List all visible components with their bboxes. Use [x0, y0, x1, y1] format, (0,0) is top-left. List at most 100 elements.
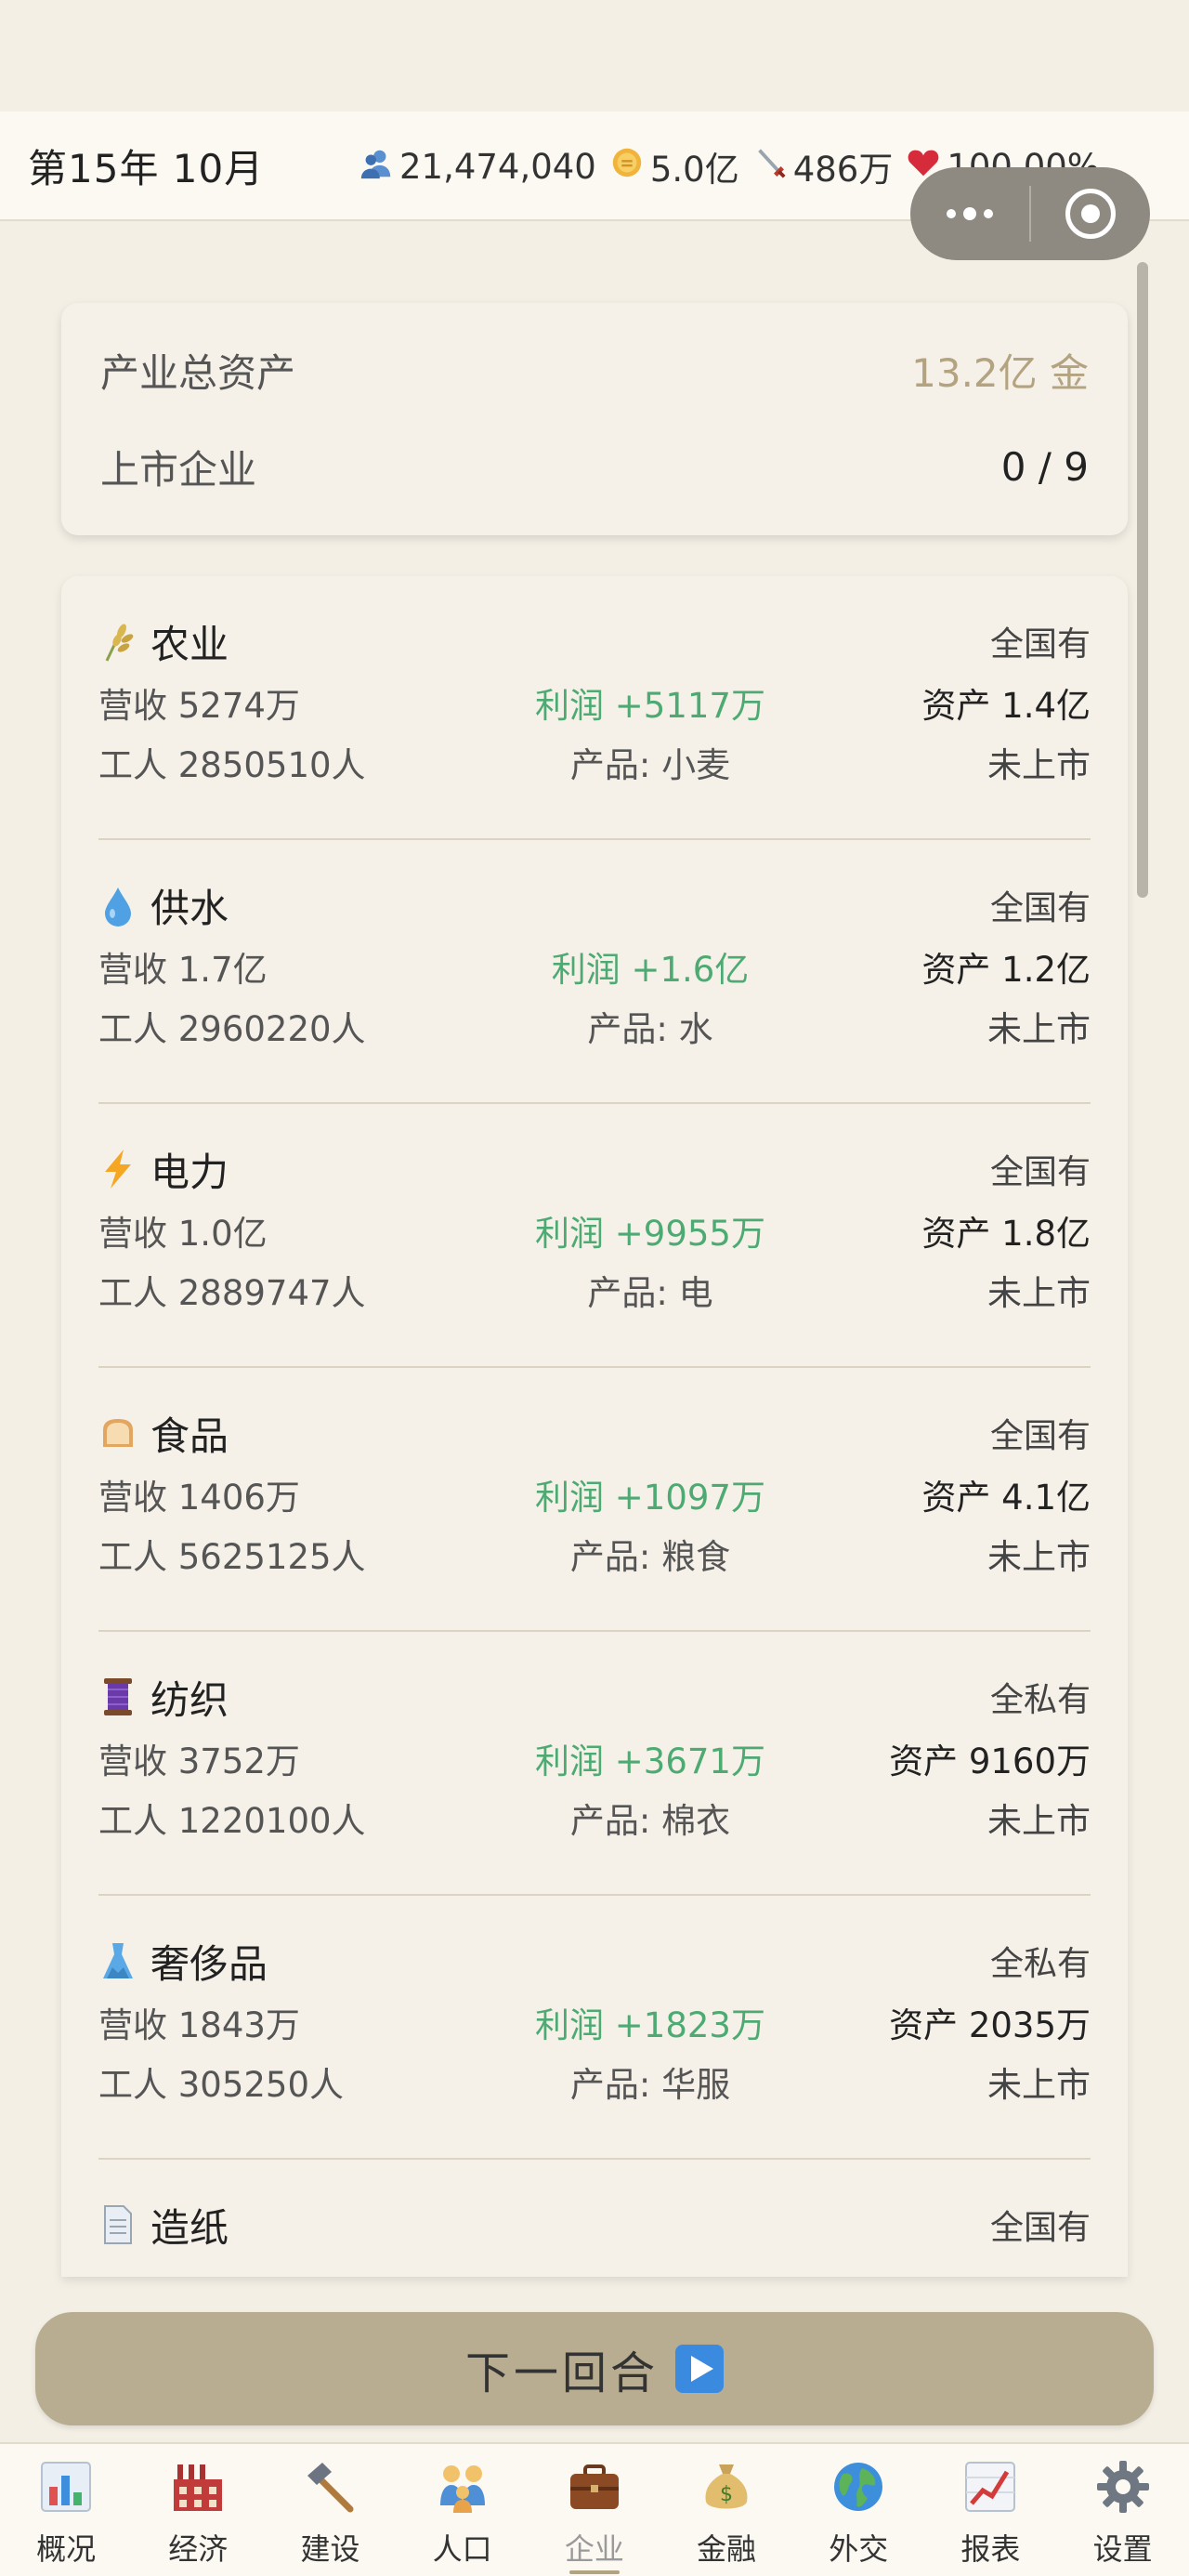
- ownership-label: 全国有: [989, 1417, 1091, 1455]
- workers-value: 工人 5625125人: [98, 1537, 366, 1577]
- tab-label: 报表: [960, 2531, 1021, 2567]
- briefcase-icon: [565, 2457, 624, 2517]
- listed-companies-value: 0 / 9: [1000, 443, 1089, 490]
- product-value: 产品: 水: [587, 1009, 713, 1049]
- industry-name: 供水: [150, 885, 229, 931]
- assets-value: 资产 1.4亿: [921, 686, 1091, 726]
- workers-value: 工人 1220100人: [98, 1801, 366, 1841]
- tab-label: 人口: [432, 2531, 492, 2567]
- more-dots-icon: [947, 207, 993, 220]
- tab-reports[interactable]: 报表: [924, 2444, 1056, 2576]
- miniprogram-capsule: [910, 167, 1150, 260]
- product-value: 产品: 华服: [569, 2065, 731, 2105]
- globe-icon: [829, 2457, 888, 2517]
- tab-label: 建设: [300, 2531, 360, 2567]
- coin-icon: [609, 145, 645, 189]
- listing-status: 未上市: [987, 1801, 1091, 1841]
- tab-finance[interactable]: $ 金融: [660, 2444, 792, 2576]
- water-drop-icon: [98, 884, 137, 927]
- listing-status: 未上市: [987, 2065, 1091, 2105]
- revenue-value: 营收 1.7亿: [98, 950, 268, 990]
- industry-name: 农业: [150, 621, 229, 667]
- total-assets-value: 13.2亿 金: [911, 349, 1089, 396]
- revenue-value: 营收 1406万: [98, 1478, 300, 1518]
- industry-item-agriculture[interactable]: 农业 全国有 营收 5274万 利润 +5117万 资产 1.4亿 工人 285…: [98, 576, 1091, 840]
- assets-value: 资产 4.1亿: [921, 1478, 1091, 1518]
- assets-value: 资产 9160万: [889, 1741, 1091, 1781]
- industry-item-water[interactable]: 供水 全国有 营收 1.7亿 利润 +1.6亿 资产 1.2亿 工人 29602…: [98, 840, 1091, 1104]
- family-icon: [433, 2457, 492, 2517]
- industry-item-food[interactable]: 食品 全国有 营收 1406万 利润 +1097万 资产 4.1亿 工人 562…: [98, 1368, 1091, 1632]
- profit-value: 利润 +1.6亿: [551, 950, 750, 990]
- total-assets-label: 产业总资产: [100, 349, 296, 396]
- tab-economy[interactable]: 经济: [132, 2444, 264, 2576]
- industry-name: 造纸: [150, 2204, 229, 2251]
- next-turn-label: 下一回合: [464, 2347, 659, 2399]
- industry-summary-card: 产业总资产 13.2亿 金 上市企业 0 / 9: [61, 303, 1128, 535]
- factory-icon: [168, 2457, 228, 2517]
- population-icon: [359, 145, 394, 189]
- gold-stat: 5.0亿: [609, 141, 739, 191]
- tab-label: 企业: [564, 2531, 624, 2567]
- profit-value: 利润 +5117万: [535, 686, 765, 726]
- industry-name: 纺织: [150, 1676, 229, 1723]
- listed-companies-label: 上市企业: [100, 446, 257, 493]
- product-value: 产品: 粮食: [569, 1537, 731, 1577]
- tab-settings[interactable]: 设置: [1057, 2444, 1189, 2576]
- industry-item-power[interactable]: 电力 全国有 营收 1.0亿 利润 +9955万 资产 1.8亿 工人 2889…: [98, 1104, 1091, 1368]
- industry-item-paper[interactable]: 造纸 全国有: [98, 2160, 1091, 2277]
- trend-chart-icon: [960, 2457, 1020, 2517]
- workers-value: 工人 2889747人: [98, 1273, 366, 1313]
- wheat-icon: [98, 620, 137, 663]
- revenue-value: 营收 1843万: [98, 2005, 300, 2045]
- listed-companies-row: 上市企业 0 / 9: [100, 418, 1089, 515]
- listing-status: 未上市: [987, 1537, 1091, 1577]
- industry-item-textile[interactable]: 纺织 全私有 营收 3752万 利润 +3671万 资产 9160万 工人 12…: [98, 1632, 1091, 1896]
- listing-status: 未上市: [987, 745, 1091, 785]
- revenue-value: 营收 1.0亿: [98, 1214, 268, 1254]
- ownership-label: 全国有: [989, 2209, 1091, 2247]
- bottom-tab-bar: 概况 经济 建设 人口 企业 $ 金融 外交 报表 设置: [0, 2442, 1189, 2576]
- hammer-icon: [300, 2457, 359, 2517]
- listing-status: 未上市: [987, 1273, 1091, 1313]
- profit-value: 利润 +1097万: [535, 1478, 765, 1518]
- military-stat: 486万: [752, 141, 893, 191]
- bread-icon: [98, 1412, 137, 1454]
- next-turn-button[interactable]: 下一回合: [35, 2312, 1154, 2425]
- tab-overview[interactable]: 概况: [0, 2444, 132, 2576]
- tab-label: 设置: [1092, 2531, 1153, 2567]
- tab-population[interactable]: 人口: [397, 2444, 529, 2576]
- close-circle-icon: [1065, 189, 1116, 239]
- close-miniprogram-button[interactable]: [1031, 167, 1150, 260]
- gear-icon: [1093, 2457, 1153, 2517]
- ownership-label: 全私有: [989, 1945, 1091, 1983]
- total-assets-row: 产业总资产 13.2亿 金: [100, 322, 1089, 418]
- tab-label: 概况: [36, 2531, 97, 2567]
- product-value: 产品: 小麦: [569, 745, 731, 785]
- ownership-label: 全国有: [989, 625, 1091, 664]
- thread-spool-icon: [98, 1676, 137, 1718]
- tab-construction[interactable]: 建设: [264, 2444, 396, 2576]
- industry-name: 食品: [150, 1413, 229, 1459]
- product-value: 产品: 棉衣: [569, 1801, 731, 1841]
- tab-enterprise[interactable]: 企业: [529, 2444, 660, 2576]
- assets-value: 资产 1.8亿: [921, 1214, 1091, 1254]
- more-menu-button[interactable]: [910, 167, 1029, 260]
- profit-value: 利润 +1823万: [535, 2005, 765, 2045]
- tab-label: 外交: [829, 2531, 889, 2567]
- assets-value: 资产 2035万: [889, 2005, 1091, 2045]
- tab-diplomacy[interactable]: 外交: [792, 2444, 924, 2576]
- profit-value: 利润 +3671万: [535, 1741, 765, 1781]
- sword-icon: [752, 145, 788, 189]
- ownership-label: 全国有: [989, 889, 1091, 927]
- bar-chart-icon: [36, 2457, 96, 2517]
- ownership-label: 全国有: [989, 1153, 1091, 1191]
- paper-icon: [98, 2203, 137, 2246]
- dress-icon: [98, 1939, 137, 1982]
- scrollbar-thumb[interactable]: [1137, 262, 1148, 898]
- industry-name: 奢侈品: [150, 1940, 268, 1987]
- workers-value: 工人 2960220人: [98, 1009, 366, 1049]
- tab-label: 金融: [697, 2531, 757, 2567]
- money-bag-icon: $: [697, 2457, 756, 2517]
- industry-item-luxury[interactable]: 奢侈品 全私有 营收 1843万 利润 +1823万 资产 2035万 工人 3…: [98, 1896, 1091, 2160]
